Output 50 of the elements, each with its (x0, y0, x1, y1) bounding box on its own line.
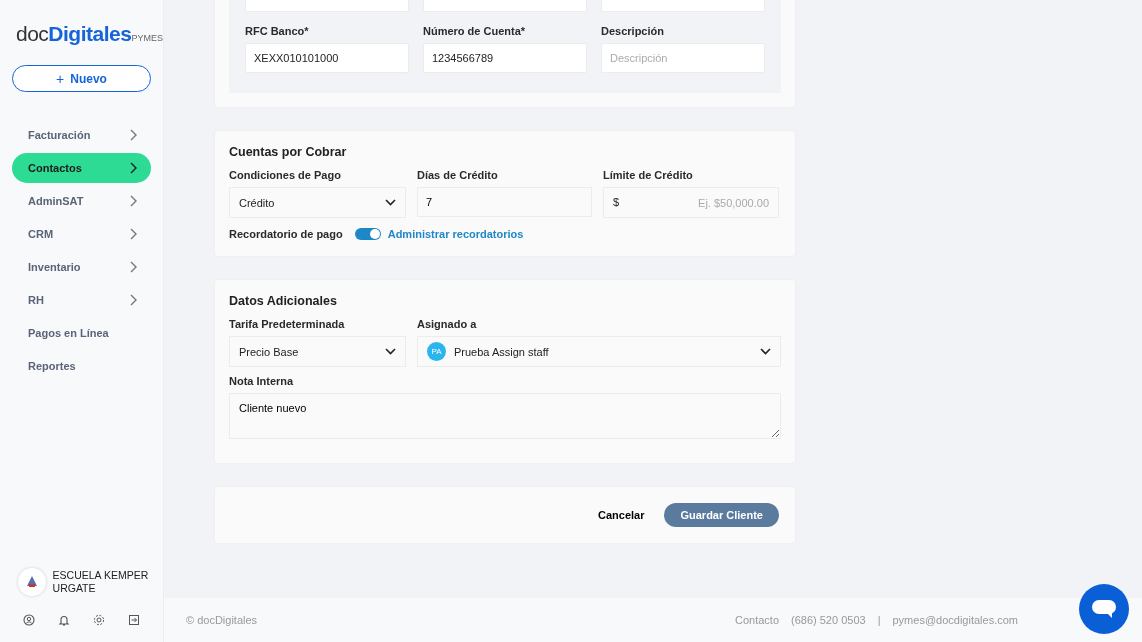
nav-item[interactable]: Pagos en Línea (12, 318, 151, 348)
input-field[interactable]: XEXX010101000 (245, 43, 409, 73)
currency-symbol: $ (613, 196, 620, 209)
field-label: Asignado a (417, 318, 478, 330)
chevron-down-icon (760, 348, 771, 355)
section-title: Cuentas por Cobrar (229, 145, 348, 159)
new-button[interactable]: + Nuevo (12, 65, 151, 92)
field-label: Condiciones de Pago (229, 169, 342, 181)
cancel-button[interactable]: Cancelar (592, 508, 651, 522)
chat-button[interactable] (1079, 584, 1129, 634)
field-label: Recordatorio de pago (229, 228, 343, 240)
chevron-down-icon (385, 199, 396, 206)
payment-terms-dropdown[interactable]: Crédito (229, 187, 406, 218)
field-label: Descripción (601, 25, 665, 37)
section-title: Datos Adicionales (229, 294, 338, 308)
settings-icon[interactable] (92, 614, 105, 626)
nav-item[interactable]: RH (12, 285, 151, 315)
nav-item[interactable]: Inventario (12, 252, 151, 282)
nav-item[interactable]: CRM (12, 219, 151, 249)
field-label: Límite de Crédito (603, 169, 694, 181)
bell-icon[interactable] (58, 614, 71, 626)
chat-bubble-icon (1091, 599, 1117, 619)
user-icon[interactable] (23, 614, 36, 626)
field-label: Nota Interna (229, 375, 295, 387)
logo: docDigitalesPYMES (16, 21, 164, 47)
input-field[interactable]: 7 (417, 187, 592, 217)
manage-reminders-link[interactable]: Administrar recordatorios (387, 228, 524, 240)
logout-icon[interactable] (127, 614, 140, 626)
nav-item[interactable]: Facturación (12, 120, 151, 150)
nav-item[interactable]: AdminSAT (12, 186, 151, 216)
input-field[interactable]: Descripción (601, 43, 765, 73)
field-label: Tarifa Predeterminada (229, 318, 346, 330)
phone-number: (686) 520 0503 (791, 614, 866, 626)
chevron-down-icon (385, 348, 396, 355)
copyright-text: © docDigitales (186, 614, 258, 626)
nav-item[interactable]: Contactos (12, 153, 151, 183)
rate-dropdown[interactable]: Precio Base (229, 336, 406, 367)
separator: | (877, 614, 881, 626)
field-label: Número de Cuenta* (423, 25, 527, 37)
school-logo-icon (18, 568, 46, 596)
input-field[interactable]: 1234566789 (423, 43, 587, 73)
nav-item[interactable]: Reportes (12, 351, 151, 381)
assignee-dropdown[interactable]: PA Prueba Assign staff (417, 336, 781, 367)
reminder-toggle[interactable] (354, 228, 381, 240)
note-textarea[interactable]: Cliente nuevo (229, 393, 781, 439)
account-name: ESCUELA KEMPER URGATE (52, 569, 150, 595)
save-button[interactable]: Guardar Cliente (664, 503, 779, 527)
field-label: RFC Banco* (245, 25, 310, 37)
field-label: Días de Crédito (417, 169, 499, 181)
avatar: PA (427, 342, 446, 361)
